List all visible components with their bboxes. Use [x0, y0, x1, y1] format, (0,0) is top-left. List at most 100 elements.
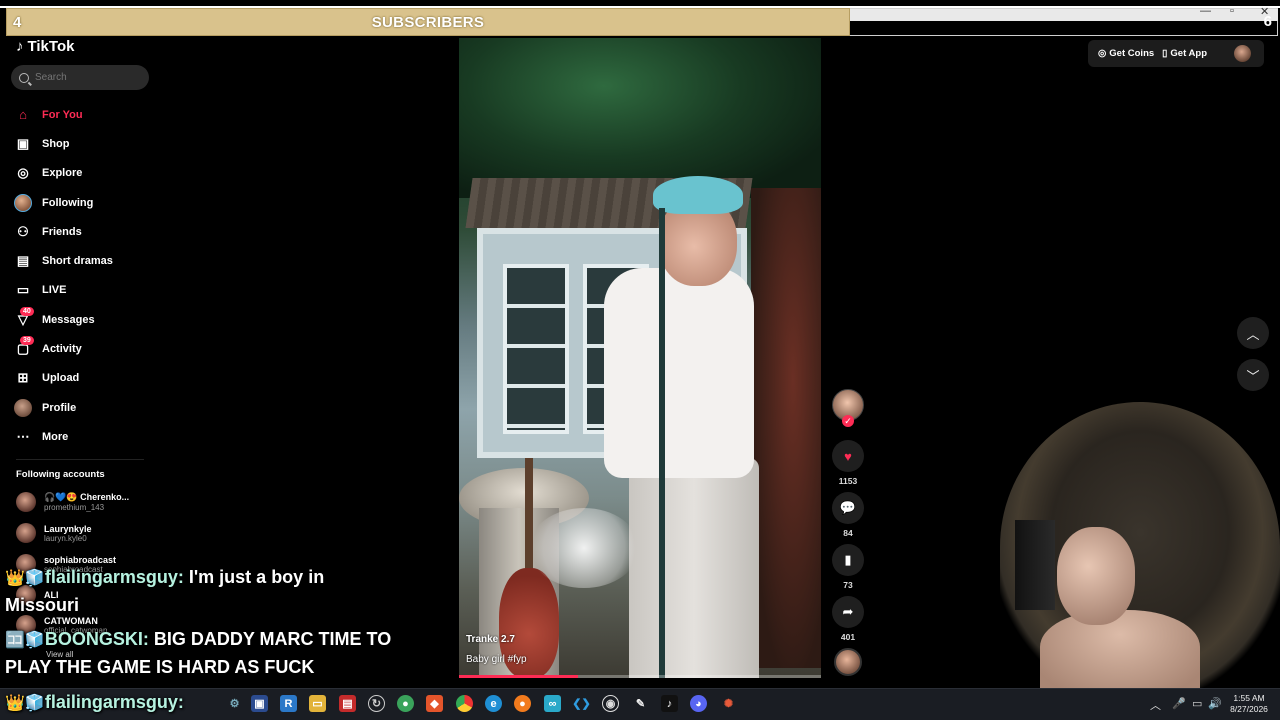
get-coins-button[interactable]: ◎ Get Coins — [1098, 48, 1154, 59]
shop-bag-icon: ▣ — [16, 135, 30, 151]
account-username: promethium_143 — [44, 503, 105, 512]
clock-date: 8/27/2026 — [1230, 704, 1268, 714]
minimize-icon[interactable]: — — [1200, 5, 1211, 17]
sidebar-item-label: Friends — [42, 225, 82, 238]
sidebar-item-explore[interactable]: ◎ Explore — [14, 159, 154, 188]
video-person-cap — [653, 176, 743, 214]
chat-username: flailingarmsguy: — [44, 567, 184, 587]
taskbar-app-icon[interactable]: R — [280, 695, 297, 712]
music-disc[interactable] — [834, 648, 862, 676]
share-button[interactable]: ➦ — [832, 596, 864, 628]
get-app-button[interactable]: ▯ Get App — [1162, 48, 1207, 59]
heart-icon: ♥ — [844, 448, 852, 464]
like-button[interactable]: ♥ — [832, 440, 864, 472]
chat-message: 👑🧊flailingarmsguy: I'm just a boy in Mis… — [5, 564, 365, 618]
subscribers-label: SUBSCRIBERS — [371, 14, 485, 31]
taskbar-app-icon[interactable]: ▤ — [339, 695, 356, 712]
following-account[interactable]: 🎧💙😍 Cherenko... promethium_143 — [16, 492, 129, 512]
friends-icon: ⚇ — [17, 223, 29, 239]
discord-icon[interactable]: ◕ — [690, 695, 707, 712]
following-account[interactable]: Laurynkyle lauryn.kyle0 — [16, 523, 92, 543]
sidebar-item-messages[interactable]: ▽ 40 Messages — [14, 305, 154, 334]
badge-icon: 🈁🧊 — [5, 632, 45, 649]
maximize-icon[interactable]: ▫ — [1230, 5, 1234, 17]
sidebar-item-profile[interactable]: Profile — [14, 393, 154, 422]
video-player[interactable]: Tranke 2.7 Baby girl #fyp — [459, 38, 821, 678]
video-author[interactable]: Tranke 2.7 — [466, 634, 515, 645]
sidebar-item-friends[interactable]: ⚇ Friends — [14, 217, 154, 246]
chat-username: flailingarmsguy: — [44, 692, 184, 712]
firefox-icon[interactable]: ● — [514, 695, 531, 712]
video-caption[interactable]: Baby girl #fyp — [466, 654, 527, 665]
subscribers-banner: 4 SUBSCRIBERS — [6, 8, 850, 36]
share-count: 401 — [840, 632, 856, 642]
taskbar-app-icon[interactable]: ↻ — [368, 695, 385, 712]
chat-message: 🈁🧊BOONGSKI: BIG DADDY MARC TIME TO PLAY … — [5, 626, 425, 680]
account-avatar — [16, 523, 36, 543]
tiktok-taskbar-icon[interactable]: ♪ — [661, 695, 678, 712]
video-progress-fill — [459, 675, 579, 678]
film-icon: ▤ — [16, 253, 30, 269]
sidebar-item-following[interactable]: Following — [14, 188, 154, 217]
display-icon[interactable]: ▭ — [1192, 697, 1202, 710]
taskbar-clock[interactable]: 1:55 AM 8/27/2026 — [1226, 693, 1272, 715]
subscriber-right-count: 6 — [1263, 13, 1272, 30]
sidebar-item-for-you[interactable]: ⌂ For You — [14, 100, 154, 129]
sidebar-divider — [16, 459, 144, 460]
following-avatar-icon — [14, 193, 32, 212]
taskbar-tool-icon[interactable]: ⚙ — [226, 695, 243, 712]
sidebar-item-short-dramas[interactable]: ▤ Short dramas — [14, 246, 154, 275]
video-tree — [459, 38, 821, 198]
home-icon: ⌂ — [19, 107, 27, 123]
sidebar-item-label: Activity — [42, 343, 82, 356]
taskbar-app-icon[interactable]: ✺ — [720, 695, 737, 712]
user-avatar[interactable] — [1234, 45, 1251, 62]
search-bar[interactable] — [11, 65, 149, 90]
messages-icon: ▽ 40 — [14, 306, 34, 329]
previous-video-button[interactable]: ︿ — [1237, 317, 1269, 349]
follow-check-icon[interactable]: ✓ — [842, 415, 854, 427]
chrome-icon[interactable] — [456, 695, 473, 712]
comment-button[interactable]: 💬 — [832, 492, 864, 524]
search-icon — [19, 72, 29, 83]
sidebar-item-label: For You — [42, 108, 83, 121]
comment-count: 84 — [843, 528, 853, 538]
webcam-background-shelf — [1015, 520, 1055, 610]
tiktok-logo-text: TikTok — [27, 38, 75, 55]
share-arrow-icon: ➦ — [842, 604, 854, 619]
sidebar-item-label: Following — [42, 196, 94, 209]
taskbar-app-icon[interactable]: ✎ — [632, 695, 649, 712]
microphone-icon[interactable]: 🎤 — [1172, 697, 1186, 710]
sidebar-item-more[interactable]: ⋯ More — [14, 422, 154, 451]
sidebar-item-upload[interactable]: ⊞ Upload — [14, 364, 154, 393]
chevron-up-icon[interactable]: ︿ — [1150, 697, 1161, 713]
titlebar-strip — [848, 9, 1278, 21]
taskbar-app-icon[interactable]: ▣ — [251, 695, 268, 712]
search-input[interactable] — [35, 72, 135, 83]
save-button[interactable]: ▮ — [832, 544, 864, 576]
sidebar-item-activity[interactable]: ▢ 39 Activity — [14, 334, 154, 363]
taskbar-app-icon[interactable]: ● — [397, 695, 414, 712]
speaker-icon[interactable]: 🔊 — [1208, 697, 1222, 710]
tiktok-logo[interactable]: ♪ TikTok — [16, 38, 74, 55]
edge-icon[interactable]: e — [485, 695, 502, 712]
sidebar-item-live[interactable]: ▭ LIVE — [14, 276, 154, 305]
folder-icon[interactable]: ▭ — [309, 695, 326, 712]
sidebar-item-label: Short dramas — [42, 255, 113, 268]
video-progress-bar[interactable] — [459, 675, 821, 678]
account-username: lauryn.kyle0 — [44, 533, 87, 543]
taskbar-app-icon[interactable]: ∞ — [544, 695, 561, 712]
webcam-person-body — [1040, 610, 1200, 692]
chevron-down-icon: ﹀ — [1246, 368, 1260, 384]
next-video-button[interactable]: ﹀ — [1237, 359, 1269, 391]
sidebar-item-label: Upload — [42, 372, 80, 385]
sidebar-item-label: Explore — [42, 167, 83, 180]
video-person-legs — [629, 458, 759, 678]
save-count: 73 — [843, 580, 853, 590]
webcam-person-head — [1057, 527, 1135, 625]
video-cloth — [529, 508, 639, 588]
sidebar-item-shop[interactable]: ▣ Shop — [14, 129, 154, 158]
brave-icon[interactable]: ◆ — [426, 695, 443, 712]
obs-icon[interactable]: ◉ — [602, 695, 619, 712]
vscode-icon[interactable]: ❮❯ — [572, 695, 590, 712]
